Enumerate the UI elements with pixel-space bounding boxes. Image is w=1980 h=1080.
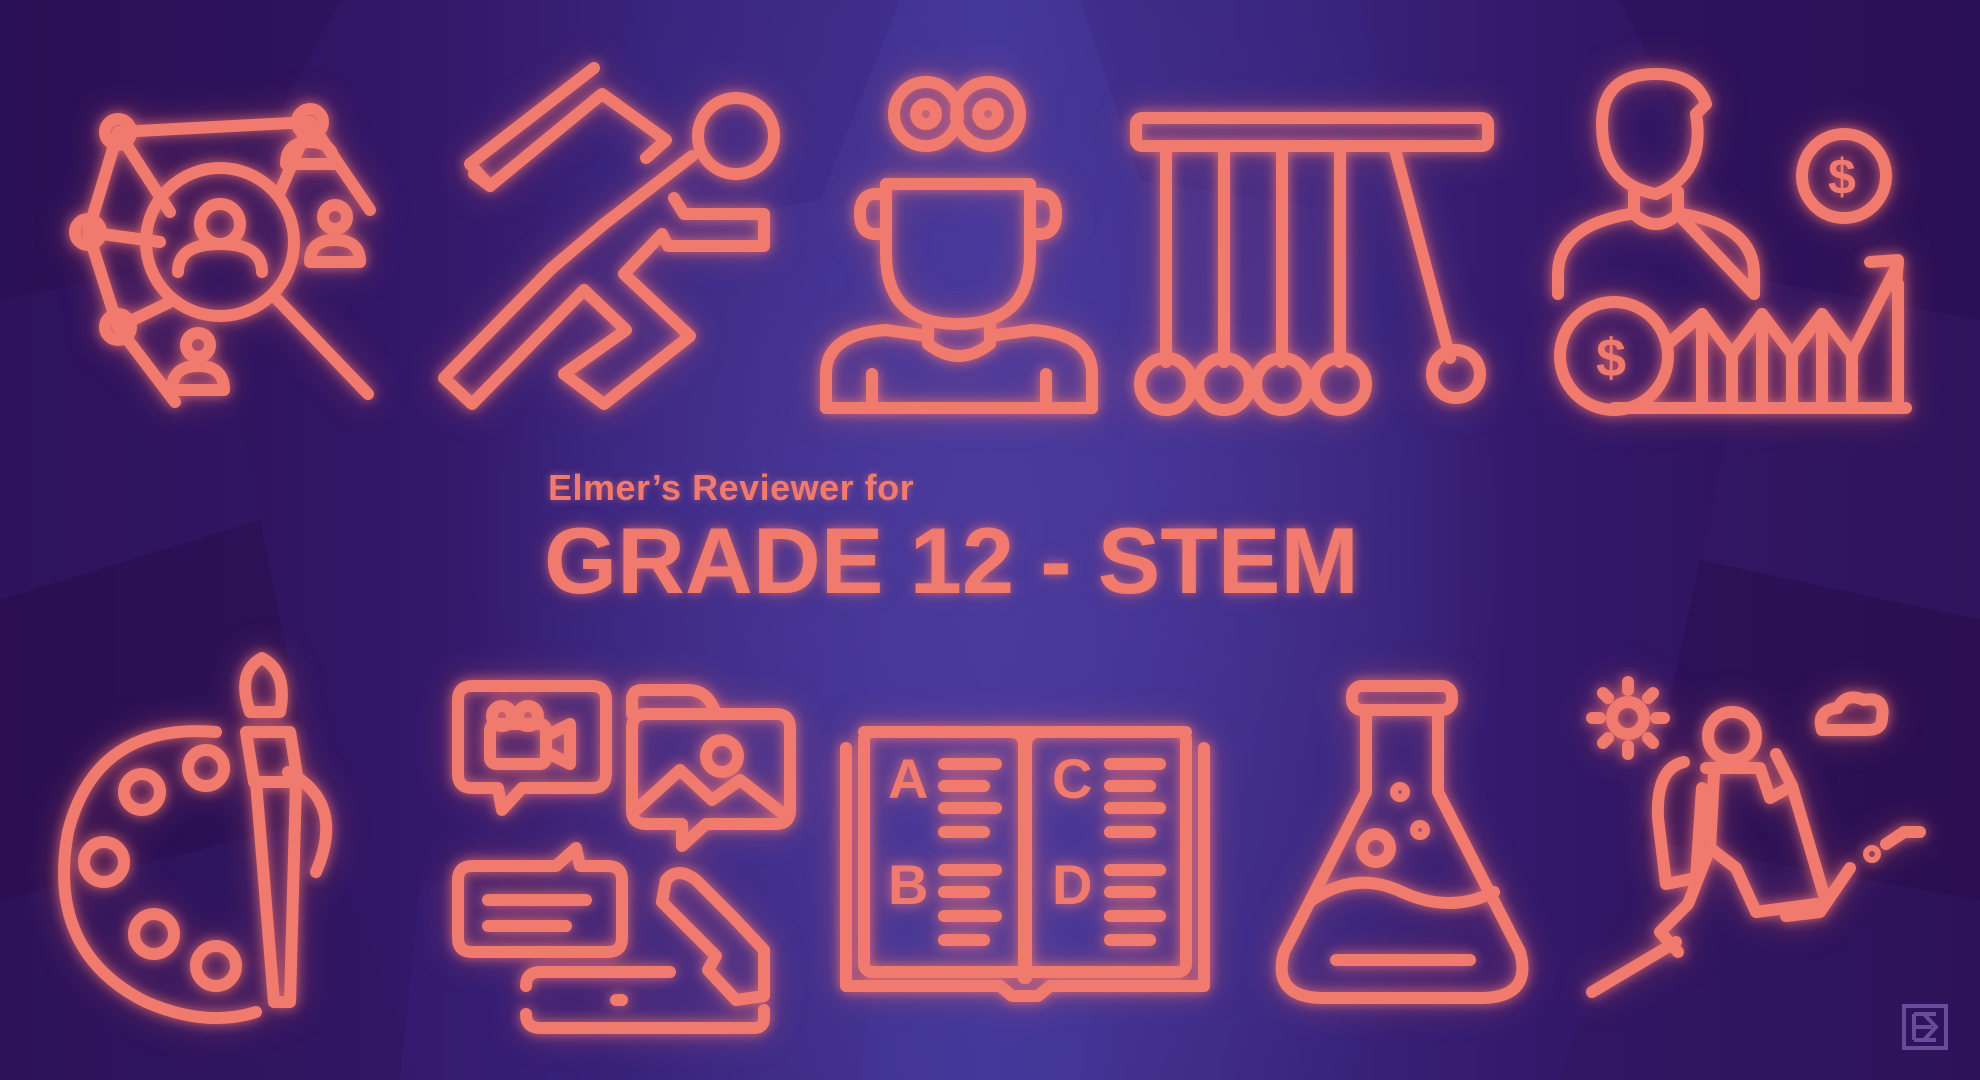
svg-text:$: $ <box>1596 328 1626 388</box>
thinking-person-icon <box>816 74 1106 414</box>
svg-text:$: $ <box>1828 149 1856 205</box>
laboratory-flask-icon <box>1270 680 1534 1006</box>
brand-logo <box>1900 1002 1950 1052</box>
title-block: Elmer’s Reviewer for GRADE 12 - STEM <box>544 467 1448 608</box>
paint-palette-brush-icon <box>56 652 368 1025</box>
open-book-abcd-icon: A B C D <box>840 720 1210 1002</box>
page-title: GRADE 12 - STEM <box>544 507 1359 613</box>
newtons-cradle-icon <box>1130 112 1494 416</box>
svg-text:D: D <box>1052 853 1092 916</box>
subtitle: Elmer’s Reviewer for <box>548 467 915 508</box>
svg-text:A: A <box>888 747 928 810</box>
banner-canvas: $ $ Elmer’s Reviewer for GRADE 12 - STEM <box>0 0 1980 1080</box>
network-search-people-icon <box>69 92 386 412</box>
running-person-icon <box>434 62 782 416</box>
social-media-chat-icon <box>446 680 800 1034</box>
svg-text:B: B <box>888 853 928 916</box>
svg-text:C: C <box>1052 747 1092 810</box>
businessman-finance-growth-icon: $ $ <box>1552 64 1912 416</box>
hiker-climbing-icon <box>1586 668 1926 1002</box>
